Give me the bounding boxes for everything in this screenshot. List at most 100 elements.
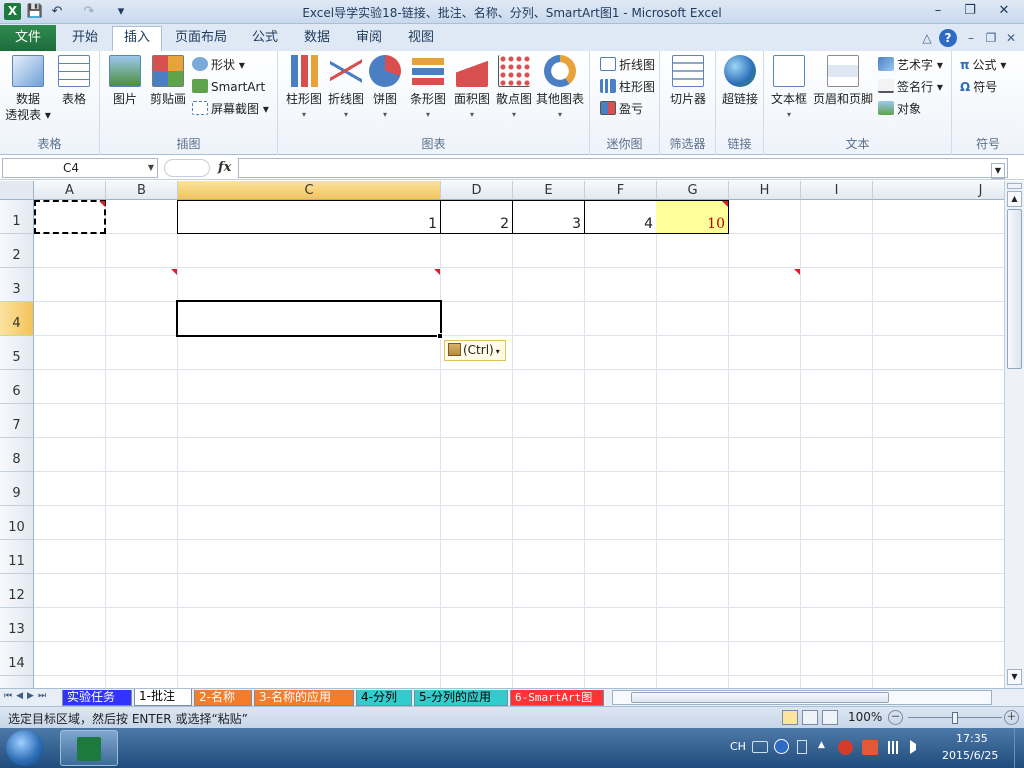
help-tray-icon[interactable] bbox=[774, 739, 789, 754]
show-desktop-button[interactable] bbox=[1014, 728, 1024, 768]
smartart-button[interactable]: SmartArt bbox=[192, 77, 265, 97]
column-header-j[interactable]: J bbox=[873, 181, 1004, 200]
keyboard-icon[interactable] bbox=[752, 741, 768, 753]
tab-insert[interactable]: 插入 bbox=[112, 26, 162, 52]
tab-formulas[interactable]: 公式 bbox=[242, 27, 288, 51]
clock-time[interactable]: 17:35 bbox=[956, 732, 988, 745]
split-box[interactable] bbox=[1007, 183, 1022, 189]
row-header-3[interactable]: 3 bbox=[0, 268, 34, 302]
horizontal-scroll-thumb[interactable] bbox=[631, 692, 889, 703]
ribbon-collapse-icon[interactable]: △ bbox=[918, 29, 936, 47]
pie-chart-button[interactable]: 饼图 ▾ bbox=[368, 55, 402, 123]
expand-formula-bar-icon[interactable]: ▼ bbox=[991, 163, 1005, 179]
cell-f1[interactable]: 4 bbox=[584, 200, 657, 234]
slicer-button[interactable]: 切片器 bbox=[666, 55, 710, 107]
column-header-e[interactable]: E bbox=[513, 181, 585, 200]
tab-data[interactable]: 数据 bbox=[294, 27, 340, 51]
row-header-1[interactable]: 1 bbox=[0, 200, 34, 234]
row-header-2[interactable]: 2 bbox=[0, 234, 34, 268]
minimize-button[interactable]: – bbox=[924, 2, 952, 20]
tab-page-layout[interactable]: 页面布局 bbox=[168, 27, 234, 51]
sheet-tab-split-application[interactable]: 5-分列的应用 bbox=[414, 690, 508, 706]
zoom-in-icon[interactable]: ＋ bbox=[1004, 710, 1019, 725]
sheet-tab-task[interactable]: 实验任务 bbox=[62, 690, 132, 706]
formula-bar-splitter[interactable] bbox=[164, 159, 210, 177]
column-header-c[interactable]: C bbox=[178, 181, 441, 200]
symbol-button[interactable]: Ω 符号 bbox=[960, 77, 997, 97]
row-header-14[interactable]: 14 bbox=[0, 642, 34, 676]
worksheet-grid[interactable]: A B C D E F G H I J 1 2 3 4 5 6 7 8 9 10… bbox=[0, 181, 1004, 688]
clock-date[interactable]: 2015/6/25 bbox=[942, 749, 998, 762]
active-cell-c4[interactable] bbox=[176, 300, 442, 337]
language-indicator[interactable]: CH bbox=[730, 740, 746, 753]
volume-icon[interactable] bbox=[910, 740, 924, 754]
zoom-out-icon[interactable]: － bbox=[888, 710, 903, 725]
sheet-navigation[interactable]: ⏮◀▶⏭ bbox=[4, 691, 50, 701]
row-header-8[interactable]: 8 bbox=[0, 438, 34, 472]
tab-home[interactable]: 开始 bbox=[62, 27, 108, 51]
line-chart-button[interactable]: 折线图 ▾ bbox=[326, 55, 366, 123]
normal-view-icon[interactable] bbox=[782, 710, 798, 725]
column-header-i[interactable]: I bbox=[801, 181, 873, 200]
workbook-restore-button[interactable]: ❐ bbox=[982, 29, 1000, 47]
workbook-minimize-button[interactable]: – bbox=[962, 29, 980, 47]
sparkline-winloss-button[interactable]: 盈亏 bbox=[600, 99, 643, 119]
row-header-5[interactable]: 5 bbox=[0, 336, 34, 370]
row-header-10[interactable]: 10 bbox=[0, 506, 34, 540]
copy-marquee-a1[interactable] bbox=[34, 200, 106, 234]
row-header-6[interactable]: 6 bbox=[0, 370, 34, 404]
textbox-button[interactable]: 文本框 ▾ bbox=[768, 55, 810, 123]
workbook-close-button[interactable]: ✕ bbox=[1002, 29, 1020, 47]
cell-d1[interactable]: 2 bbox=[440, 200, 513, 234]
page-break-view-icon[interactable] bbox=[822, 710, 838, 725]
row-header-9[interactable]: 9 bbox=[0, 472, 34, 506]
zoom-slider-thumb[interactable] bbox=[952, 712, 958, 724]
name-box[interactable]: C4 ▼ bbox=[2, 158, 158, 178]
column-chart-button[interactable]: 柱形图 ▾ bbox=[282, 55, 326, 123]
chevron-down-icon[interactable]: ▼ bbox=[148, 159, 154, 177]
start-button[interactable] bbox=[6, 730, 44, 766]
tab-review[interactable]: 审阅 bbox=[346, 27, 392, 51]
object-button[interactable]: 对象 bbox=[878, 99, 921, 119]
sheet-tab-split[interactable]: 4-分列 bbox=[356, 690, 412, 706]
last-sheet-icon[interactable]: ⏭ bbox=[38, 691, 50, 701]
prev-sheet-icon[interactable]: ◀ bbox=[16, 691, 27, 701]
formula-input[interactable]: ▼ bbox=[238, 158, 1008, 179]
scatter-chart-button[interactable]: 散点图 ▾ bbox=[492, 55, 536, 123]
insert-function-icon[interactable]: fx bbox=[218, 160, 231, 175]
signature-line-button[interactable]: 签名行 ▾ bbox=[878, 77, 943, 97]
equation-button[interactable]: π 公式 ▾ bbox=[960, 55, 1006, 75]
row-header-7[interactable]: 7 bbox=[0, 404, 34, 438]
sheet-tab-comments[interactable]: 1-批注 bbox=[134, 689, 192, 706]
sheet-tab-names[interactable]: 2-名称 bbox=[194, 690, 252, 706]
row-header-12[interactable]: 12 bbox=[0, 574, 34, 608]
other-charts-button[interactable]: 其他图表 ▾ bbox=[534, 55, 586, 123]
row-header-13[interactable]: 13 bbox=[0, 608, 34, 642]
sparkline-line-button[interactable]: 折线图 bbox=[600, 55, 655, 75]
row-header-4[interactable]: 4 bbox=[0, 302, 34, 336]
table-button[interactable]: 表格 bbox=[54, 55, 94, 107]
row-header-15[interactable] bbox=[0, 676, 34, 688]
first-sheet-icon[interactable]: ⏮ bbox=[4, 691, 16, 701]
shapes-button[interactable]: 形状 ▾ bbox=[192, 55, 245, 75]
column-header-b[interactable]: B bbox=[106, 181, 178, 200]
tray-settings-icon[interactable] bbox=[797, 740, 807, 754]
next-sheet-icon[interactable]: ▶ bbox=[27, 691, 38, 701]
action-center-icon[interactable] bbox=[862, 740, 878, 755]
vertical-scroll-thumb[interactable] bbox=[1007, 209, 1022, 369]
wordart-button[interactable]: 艺术字 ▾ bbox=[878, 55, 943, 75]
screenshot-button[interactable]: 屏幕截图 ▾ bbox=[192, 99, 269, 119]
fill-handle[interactable] bbox=[437, 333, 443, 339]
column-header-h[interactable]: H bbox=[729, 181, 801, 200]
restore-button[interactable]: ❐ bbox=[956, 2, 984, 20]
cell-e1[interactable]: 3 bbox=[512, 200, 585, 234]
area-chart-button[interactable]: 面积图 ▾ bbox=[450, 55, 494, 123]
picture-button[interactable]: 图片 bbox=[104, 55, 146, 107]
cell-g1[interactable]: 10 bbox=[656, 200, 729, 234]
tray-expand-icon[interactable]: ▲ bbox=[818, 740, 825, 750]
column-header-a[interactable]: A bbox=[34, 181, 106, 200]
tab-file[interactable]: 文件 bbox=[0, 25, 56, 51]
column-header-g[interactable]: G bbox=[657, 181, 729, 200]
scroll-down-arrow-icon[interactable]: ▼ bbox=[1007, 669, 1022, 685]
paste-options-button[interactable]: (Ctrl) ▾ bbox=[444, 340, 506, 361]
